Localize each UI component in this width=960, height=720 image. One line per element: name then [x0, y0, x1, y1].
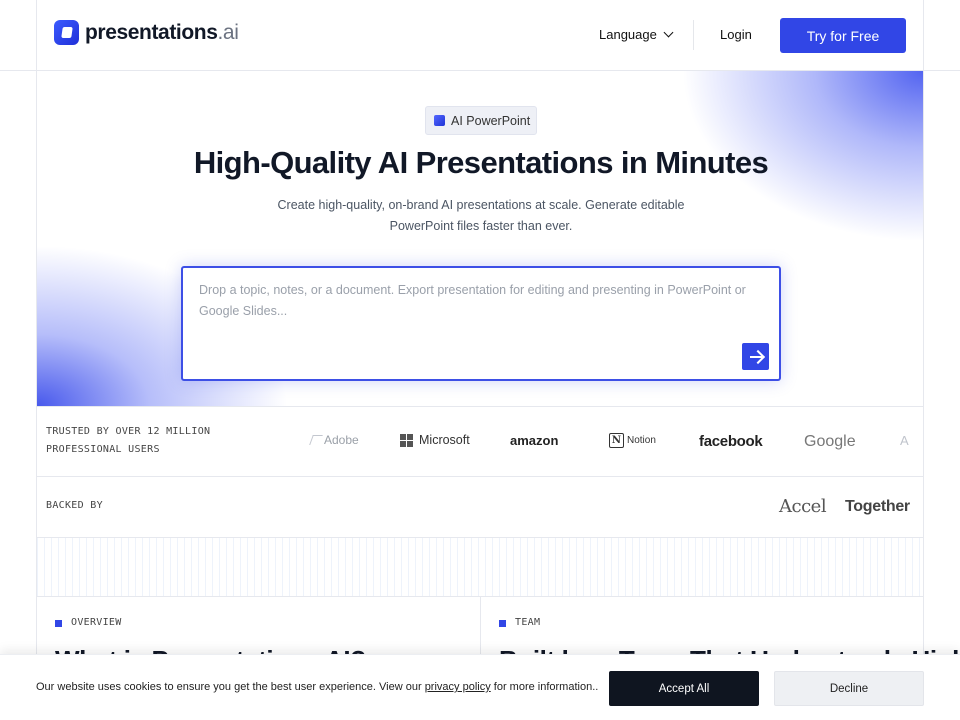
notion-logo: N Notion	[609, 433, 656, 448]
trusted-label: TRUSTED BY OVER 12 MILLION PROFESSIONAL …	[46, 423, 210, 459]
decline-button[interactable]: Decline	[774, 671, 924, 706]
accept-all-button[interactable]: Accept All	[609, 671, 759, 706]
adobe-icon	[309, 435, 323, 445]
backed-by-band: BACKED BY Accel Together	[36, 477, 924, 538]
trusted-by-band: TRUSTED BY OVER 12 MILLION PROFESSIONAL …	[36, 406, 924, 477]
chevron-down-icon	[663, 27, 674, 38]
site-header: presentations.ai Language Login Try for …	[0, 0, 960, 71]
prompt-input[interactable]	[199, 280, 765, 340]
privacy-policy-link[interactable]: privacy policy	[425, 681, 491, 693]
together-logo: Together	[845, 498, 910, 515]
microsoft-icon	[400, 433, 413, 447]
badge-label: AI PowerPoint	[451, 113, 531, 128]
login-link[interactable]: Login	[720, 27, 752, 42]
logo-icon	[54, 20, 79, 45]
hero-subtitle: Create high-quality, on-brand AI present…	[277, 198, 685, 233]
microsoft-logo: Microsoft	[400, 433, 470, 447]
header-divider	[693, 20, 694, 50]
decorative-stripes	[36, 538, 924, 597]
powerpoint-icon	[434, 115, 445, 126]
square-bullet-icon	[55, 619, 62, 627]
backed-label: BACKED BY	[46, 500, 103, 511]
arrow-right-icon	[749, 355, 762, 358]
adobe-logo: Adobe	[309, 433, 359, 447]
team-tag: TEAM	[499, 614, 540, 632]
customer-logos: Adobe Microsoft amazon N Notion facebook …	[307, 407, 917, 477]
google-logo: Google	[804, 433, 856, 450]
generate-button[interactable]	[742, 343, 769, 370]
logo-wordmark: presentations.ai	[85, 20, 239, 44]
trusted-label-line1: TRUSTED BY OVER 12 MILLION	[46, 426, 211, 437]
hero-title: High-Quality AI Presentations in Minutes	[193, 145, 769, 180]
accel-logo: Accel	[779, 496, 827, 517]
notion-icon: N	[609, 433, 624, 448]
frame-line-right	[923, 0, 924, 71]
square-bullet-icon	[499, 619, 506, 627]
language-selector[interactable]: Language	[599, 27, 674, 42]
site-logo[interactable]: presentations.ai	[54, 20, 239, 45]
try-for-free-button[interactable]: Try for Free	[780, 18, 906, 53]
team-tag-label: TEAM	[515, 617, 541, 628]
amazon-logo: amazon	[510, 433, 559, 448]
overview-tag: OVERVIEW	[55, 614, 122, 632]
cookie-banner: Our website uses cookies to ensure you g…	[0, 654, 960, 720]
overview-tag-label: OVERVIEW	[71, 617, 122, 628]
hero-section: AI PowerPoint High-Quality AI Presentati…	[36, 71, 924, 406]
frame-line-left	[36, 0, 37, 71]
cookie-message: Our website uses cookies to ensure you g…	[36, 681, 599, 693]
partial-logo: A	[900, 433, 909, 448]
page: presentations.ai Language Login Try for …	[0, 0, 960, 720]
prompt-box	[181, 266, 781, 381]
product-badge: AI PowerPoint	[425, 106, 537, 135]
trusted-label-line2: PROFESSIONAL USERS	[46, 444, 160, 455]
facebook-logo: facebook	[699, 433, 763, 450]
language-label: Language	[599, 27, 657, 42]
